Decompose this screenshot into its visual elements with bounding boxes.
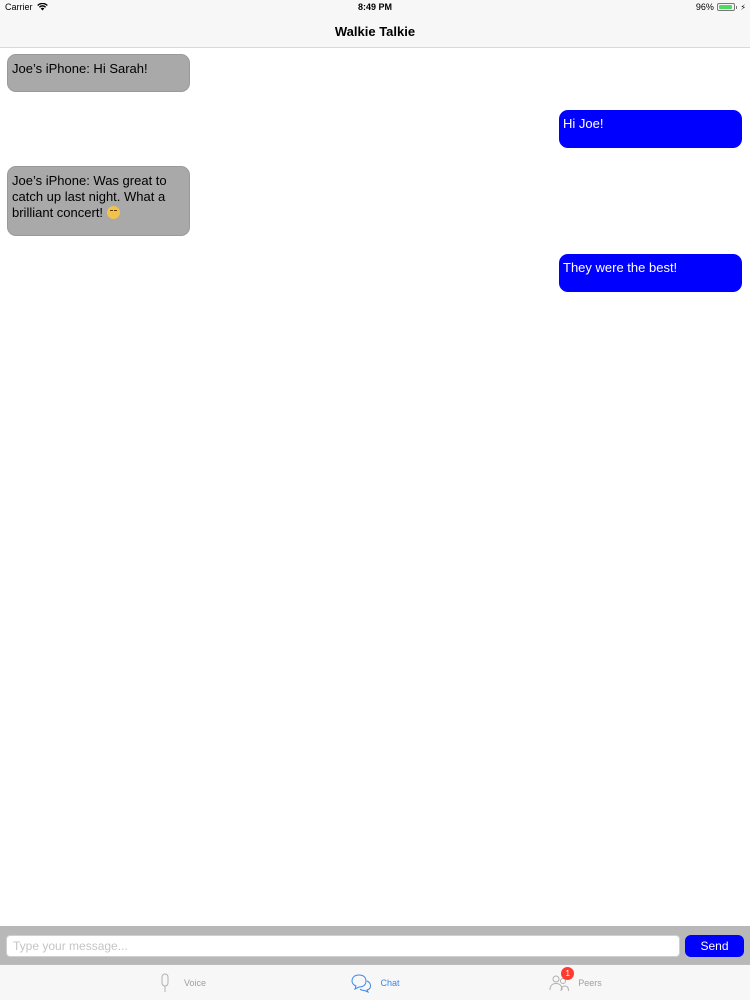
message-input[interactable] bbox=[6, 935, 680, 957]
page-title: Walkie Talkie bbox=[334, 24, 416, 39]
message-bubble-incoming: Joe’s iPhone: Was great to catch up last… bbox=[7, 166, 190, 236]
chat-bubbles-icon bbox=[350, 973, 372, 993]
notification-badge: 1 bbox=[561, 967, 575, 980]
status-bar: Carrier 8:49 PM 96% ⚡ bbox=[0, 0, 750, 16]
message-text: Joe’s iPhone: Hi Sarah! bbox=[12, 61, 148, 76]
battery-percent: 96% bbox=[695, 2, 714, 12]
message-bubble-outgoing: Hi Joe! bbox=[559, 110, 742, 148]
status-right: 96% ⚡ bbox=[696, 2, 746, 12]
message-bubble-outgoing: They were the best! bbox=[559, 254, 742, 292]
message-text: They were the best! bbox=[563, 260, 678, 275]
status-time: 8:49 PM bbox=[357, 2, 392, 12]
tab-bar: Voice Chat 1 Peers bbox=[0, 964, 750, 1000]
tab-label: Peers bbox=[578, 978, 602, 988]
tab-label: Voice bbox=[183, 978, 207, 988]
charging-icon: ⚡ bbox=[740, 2, 746, 12]
battery-icon bbox=[716, 3, 735, 11]
battery-fill bbox=[718, 5, 733, 9]
battery-tip bbox=[735, 5, 738, 9]
message-text: Joe’s iPhone: Was great to catch up last… bbox=[12, 173, 167, 220]
message-bubble-incoming: Joe’s iPhone: Hi Sarah! bbox=[7, 54, 190, 92]
microphone-icon bbox=[154, 973, 176, 993]
send-button[interactable]: Send bbox=[685, 935, 744, 957]
tab-peers[interactable]: 1 Peers bbox=[450, 965, 700, 1000]
tab-label: Chat bbox=[380, 978, 400, 988]
grinning-face-emoji-icon bbox=[106, 206, 120, 219]
navigation-bar: Walkie Talkie bbox=[0, 16, 750, 48]
message-text: Hi Joe! bbox=[563, 116, 604, 131]
peers-icon: 1 bbox=[548, 967, 575, 993]
message-composer: Send bbox=[0, 926, 750, 964]
